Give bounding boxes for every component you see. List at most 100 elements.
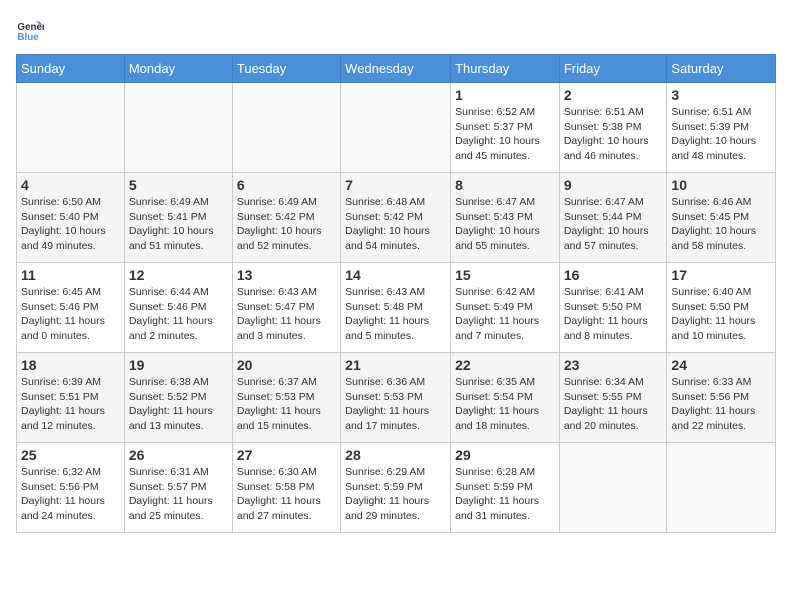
calendar-cell: 23Sunrise: 6:34 AM Sunset: 5:55 PM Dayli… bbox=[559, 353, 667, 443]
day-number: 18 bbox=[21, 357, 120, 373]
calendar-cell bbox=[341, 83, 451, 173]
day-info: Sunrise: 6:34 AM Sunset: 5:55 PM Dayligh… bbox=[564, 375, 663, 434]
calendar-cell: 19 Sunrise: 6:38 AM Sunset: 5:52 PM Dayli… bbox=[124, 353, 232, 443]
calendar-cell: 15 Sunrise: 6:42 AM Sunset: 5:49 PM Dayli… bbox=[451, 263, 560, 353]
logo: General Blue bbox=[16, 16, 48, 44]
calendar-cell: 28 Sunrise: 6:29 AM Sunset: 5:59 PM Dayli… bbox=[341, 443, 451, 533]
day-number: 27 bbox=[237, 447, 336, 463]
calendar-week-1: 4 Sunrise: 6:50 AM Sunset: 5:40 PM Daylig… bbox=[17, 173, 776, 263]
calendar-header: SundayMondayTuesdayWednesdayThursdayFrid… bbox=[17, 55, 776, 83]
day-number: 9 bbox=[564, 177, 663, 193]
header-cell-monday: Monday bbox=[124, 55, 232, 83]
calendar-cell bbox=[124, 83, 232, 173]
calendar-cell: 5 Sunrise: 6:49 AM Sunset: 5:41 PM Daylig… bbox=[124, 173, 232, 263]
day-number: 8 bbox=[455, 177, 555, 193]
calendar-cell bbox=[232, 83, 340, 173]
calendar-cell: 14 Sunrise: 6:43 AM Sunset: 5:48 PM Dayli… bbox=[341, 263, 451, 353]
calendar-cell: 3Sunrise: 6:51 AM Sunset: 5:39 PM Daylig… bbox=[667, 83, 776, 173]
calendar-cell: 29 Sunrise: 6:28 AM Sunset: 5:59 PM Dayli… bbox=[451, 443, 560, 533]
day-info: Sunrise: 6:49 AM Sunset: 5:42 PM Dayligh… bbox=[237, 195, 336, 254]
day-number: 13 bbox=[237, 267, 336, 283]
day-info: Sunrise: 6:28 AM Sunset: 5:59 PM Dayligh… bbox=[455, 465, 555, 524]
calendar-cell: 12 Sunrise: 6:44 AM Sunset: 5:46 PM Dayli… bbox=[124, 263, 232, 353]
header-row: SundayMondayTuesdayWednesdayThursdayFrid… bbox=[17, 55, 776, 83]
day-info: Sunrise: 6:38 AM Sunset: 5:52 PM Dayligh… bbox=[129, 375, 228, 434]
day-info: Sunrise: 6:43 AM Sunset: 5:48 PM Dayligh… bbox=[345, 285, 446, 344]
header-cell-tuesday: Tuesday bbox=[232, 55, 340, 83]
calendar-table: SundayMondayTuesdayWednesdayThursdayFrid… bbox=[16, 54, 776, 533]
calendar-cell: 6 Sunrise: 6:49 AM Sunset: 5:42 PM Daylig… bbox=[232, 173, 340, 263]
day-info: Sunrise: 6:33 AM Sunset: 5:56 PM Dayligh… bbox=[671, 375, 771, 434]
day-number: 21 bbox=[345, 357, 446, 373]
day-number: 4 bbox=[21, 177, 120, 193]
header-cell-sunday: Sunday bbox=[17, 55, 125, 83]
day-info: Sunrise: 6:47 AM Sunset: 5:44 PM Dayligh… bbox=[564, 195, 663, 254]
calendar-cell: 17Sunrise: 6:40 AM Sunset: 5:50 PM Dayli… bbox=[667, 263, 776, 353]
day-number: 22 bbox=[455, 357, 555, 373]
calendar-cell: 22 Sunrise: 6:35 AM Sunset: 5:54 PM Dayli… bbox=[451, 353, 560, 443]
calendar-week-0: 1Sunrise: 6:52 AM Sunset: 5:37 PM Daylig… bbox=[17, 83, 776, 173]
day-number: 16 bbox=[564, 267, 663, 283]
day-number: 24 bbox=[671, 357, 771, 373]
calendar-cell: 16 Sunrise: 6:41 AM Sunset: 5:50 PM Dayli… bbox=[559, 263, 667, 353]
day-info: Sunrise: 6:29 AM Sunset: 5:59 PM Dayligh… bbox=[345, 465, 446, 524]
day-number: 2 bbox=[564, 87, 663, 103]
day-info: Sunrise: 6:49 AM Sunset: 5:41 PM Dayligh… bbox=[129, 195, 228, 254]
calendar-cell: 25Sunrise: 6:32 AM Sunset: 5:56 PM Dayli… bbox=[17, 443, 125, 533]
calendar-cell: 24 Sunrise: 6:33 AM Sunset: 5:56 PM Dayli… bbox=[667, 353, 776, 443]
day-info: Sunrise: 6:30 AM Sunset: 5:58 PM Dayligh… bbox=[237, 465, 336, 524]
day-info: Sunrise: 6:44 AM Sunset: 5:46 PM Dayligh… bbox=[129, 285, 228, 344]
day-info: Sunrise: 6:42 AM Sunset: 5:49 PM Dayligh… bbox=[455, 285, 555, 344]
calendar-cell: 10 Sunrise: 6:46 AM Sunset: 5:45 PM Dayli… bbox=[667, 173, 776, 263]
calendar-cell bbox=[559, 443, 667, 533]
day-info: Sunrise: 6:43 AM Sunset: 5:47 PM Dayligh… bbox=[237, 285, 336, 344]
day-number: 6 bbox=[237, 177, 336, 193]
calendar-cell: 11 Sunrise: 6:45 AM Sunset: 5:46 PM Dayli… bbox=[17, 263, 125, 353]
calendar-cell: 9 Sunrise: 6:47 AM Sunset: 5:44 PM Daylig… bbox=[559, 173, 667, 263]
day-number: 1 bbox=[455, 87, 555, 103]
day-number: 19 bbox=[129, 357, 228, 373]
day-number: 12 bbox=[129, 267, 228, 283]
day-info: Sunrise: 6:37 AM Sunset: 5:53 PM Dayligh… bbox=[237, 375, 336, 434]
calendar-cell: 26 Sunrise: 6:31 AM Sunset: 5:57 PM Dayli… bbox=[124, 443, 232, 533]
calendar-week-4: 25Sunrise: 6:32 AM Sunset: 5:56 PM Dayli… bbox=[17, 443, 776, 533]
header-cell-wednesday: Wednesday bbox=[341, 55, 451, 83]
day-number: 15 bbox=[455, 267, 555, 283]
day-info: Sunrise: 6:40 AM Sunset: 5:50 PM Dayligh… bbox=[671, 285, 771, 344]
calendar-week-3: 18Sunrise: 6:39 AM Sunset: 5:51 PM Dayli… bbox=[17, 353, 776, 443]
day-info: Sunrise: 6:46 AM Sunset: 5:45 PM Dayligh… bbox=[671, 195, 771, 254]
day-number: 14 bbox=[345, 267, 446, 283]
calendar-cell: 13 Sunrise: 6:43 AM Sunset: 5:47 PM Dayli… bbox=[232, 263, 340, 353]
day-number: 29 bbox=[455, 447, 555, 463]
day-info: Sunrise: 6:45 AM Sunset: 5:46 PM Dayligh… bbox=[21, 285, 120, 344]
calendar-cell bbox=[17, 83, 125, 173]
day-info: Sunrise: 6:47 AM Sunset: 5:43 PM Dayligh… bbox=[455, 195, 555, 254]
day-number: 28 bbox=[345, 447, 446, 463]
day-info: Sunrise: 6:35 AM Sunset: 5:54 PM Dayligh… bbox=[455, 375, 555, 434]
day-number: 5 bbox=[129, 177, 228, 193]
calendar-cell: 20 Sunrise: 6:37 AM Sunset: 5:53 PM Dayli… bbox=[232, 353, 340, 443]
day-number: 20 bbox=[237, 357, 336, 373]
calendar-cell bbox=[667, 443, 776, 533]
day-number: 26 bbox=[129, 447, 228, 463]
header-cell-saturday: Saturday bbox=[667, 55, 776, 83]
day-number: 7 bbox=[345, 177, 446, 193]
header-cell-friday: Friday bbox=[559, 55, 667, 83]
header-cell-thursday: Thursday bbox=[451, 55, 560, 83]
calendar-cell: 27 Sunrise: 6:30 AM Sunset: 5:58 PM Dayli… bbox=[232, 443, 340, 533]
day-info: Sunrise: 6:36 AM Sunset: 5:53 PM Dayligh… bbox=[345, 375, 446, 434]
day-info: Sunrise: 6:48 AM Sunset: 5:42 PM Dayligh… bbox=[345, 195, 446, 254]
day-number: 11 bbox=[21, 267, 120, 283]
day-number: 25 bbox=[21, 447, 120, 463]
calendar-cell: 18Sunrise: 6:39 AM Sunset: 5:51 PM Dayli… bbox=[17, 353, 125, 443]
calendar-cell: 1Sunrise: 6:52 AM Sunset: 5:37 PM Daylig… bbox=[451, 83, 560, 173]
day-number: 3 bbox=[671, 87, 771, 103]
day-info: Sunrise: 6:50 AM Sunset: 5:40 PM Dayligh… bbox=[21, 195, 120, 254]
calendar-cell: 21 Sunrise: 6:36 AM Sunset: 5:53 PM Dayli… bbox=[341, 353, 451, 443]
calendar-cell: 7 Sunrise: 6:48 AM Sunset: 5:42 PM Daylig… bbox=[341, 173, 451, 263]
day-info: Sunrise: 6:41 AM Sunset: 5:50 PM Dayligh… bbox=[564, 285, 663, 344]
calendar-cell: 2Sunrise: 6:51 AM Sunset: 5:38 PM Daylig… bbox=[559, 83, 667, 173]
day-number: 10 bbox=[671, 177, 771, 193]
day-info: Sunrise: 6:31 AM Sunset: 5:57 PM Dayligh… bbox=[129, 465, 228, 524]
calendar-week-2: 11 Sunrise: 6:45 AM Sunset: 5:46 PM Dayli… bbox=[17, 263, 776, 353]
